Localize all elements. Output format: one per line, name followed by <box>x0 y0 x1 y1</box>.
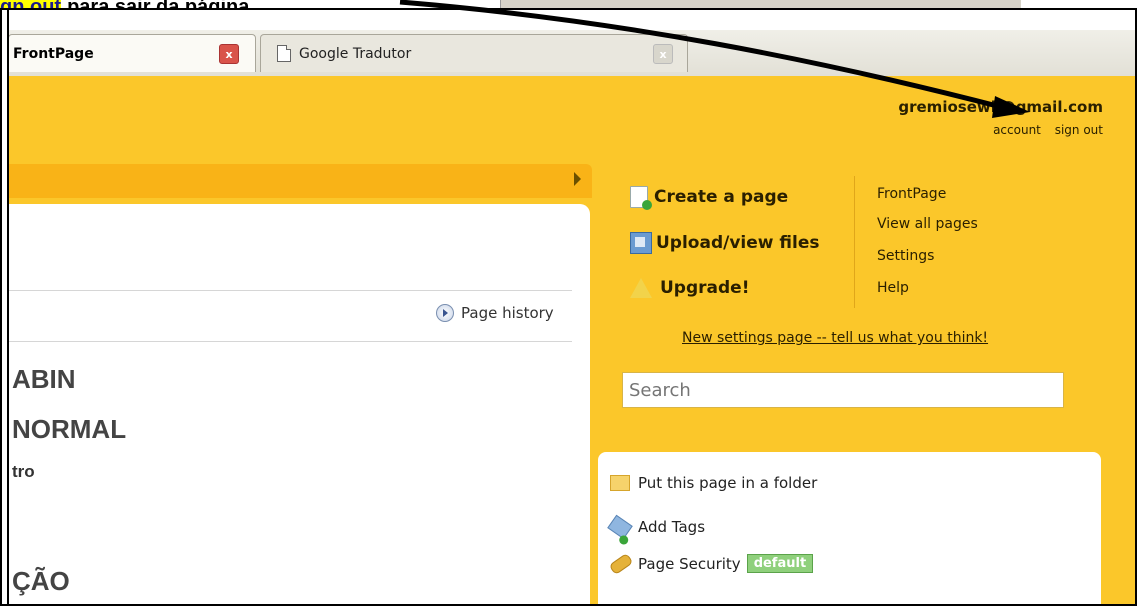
sidebar-divider <box>854 176 855 308</box>
nav-view-all-pages[interactable]: View all pages <box>877 216 978 232</box>
add-tags-label: Add Tags <box>638 518 706 536</box>
tab-title: FrontPage <box>13 45 94 62</box>
create-page-label: Create a page <box>654 187 789 207</box>
content-heading-3: ÇÃO <box>12 566 70 596</box>
frame-left-border <box>2 10 9 604</box>
page-security-link[interactable]: Page Security default <box>608 552 814 575</box>
nav-frontpage[interactable]: FrontPage <box>877 186 946 202</box>
put-in-folder-link[interactable]: Put this page in a folder <box>610 474 817 492</box>
security-status-badge: default <box>746 554 814 573</box>
settings-feedback-link[interactable]: New settings page -- tell us what you th… <box>682 330 988 346</box>
nav-settings[interactable]: Settings <box>877 248 934 264</box>
browser-tab-bar: FrontPage x Google Tradutor x <box>2 30 1135 77</box>
nav-help[interactable]: Help <box>877 280 909 296</box>
upload-icon <box>630 232 652 254</box>
wiki-page: gremiosewk@gmail.com account sign out Pa… <box>2 76 1135 604</box>
account-email: gremiosewk@gmail.com <box>898 98 1103 116</box>
close-icon[interactable]: x <box>653 44 673 64</box>
upload-files-label: Upload/view files <box>656 233 820 253</box>
content-heading-2: NORMAL <box>12 414 127 444</box>
content-card <box>7 204 590 604</box>
content-subtext: tro <box>12 462 35 481</box>
sign-out-link[interactable]: sign out <box>1055 123 1103 137</box>
close-icon[interactable]: x <box>219 44 239 64</box>
screenshot-frame: FrontPage x Google Tradutor x gremiosewk… <box>0 8 1137 606</box>
divider <box>7 341 572 342</box>
account-links: account sign out <box>983 123 1103 137</box>
page-security-label: Page Security <box>638 554 741 573</box>
upload-files-button[interactable]: Upload/view files <box>630 232 819 254</box>
upgrade-button[interactable]: Upgrade! <box>630 278 749 298</box>
tag-icon <box>607 514 633 540</box>
folder-icon <box>610 475 630 491</box>
create-page-button[interactable]: Create a page <box>630 186 789 210</box>
put-in-folder-label: Put this page in a folder <box>638 474 818 492</box>
tab-frontpage[interactable]: FrontPage x <box>8 34 256 72</box>
upgrade-star-icon <box>630 278 652 298</box>
upgrade-label: Upgrade! <box>660 278 750 298</box>
add-tags-link[interactable]: Add Tags <box>607 514 706 540</box>
document-icon <box>277 45 291 62</box>
key-icon <box>608 552 634 575</box>
tab-title: Google Tradutor <box>299 45 412 62</box>
page-history-label: Page history <box>461 304 554 322</box>
search-input[interactable] <box>622 372 1064 408</box>
account-link[interactable]: account <box>993 123 1041 137</box>
collapse-arrow-icon[interactable] <box>574 172 581 186</box>
content-header-bar <box>7 164 592 198</box>
content-heading-1: ABIN <box>12 364 76 394</box>
history-icon <box>436 304 454 322</box>
page-history-link[interactable]: Page history <box>436 304 554 322</box>
tab-google-tradutor[interactable]: Google Tradutor x <box>260 34 688 72</box>
divider <box>7 290 572 291</box>
create-page-icon <box>630 186 652 210</box>
